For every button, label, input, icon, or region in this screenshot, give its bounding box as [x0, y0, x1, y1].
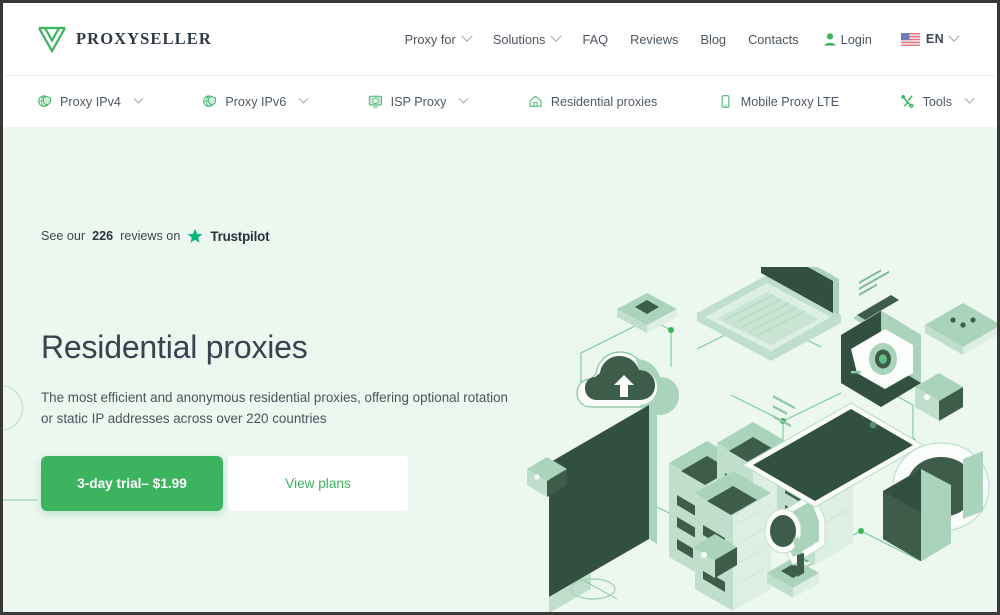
chevron-down-icon	[133, 93, 144, 104]
subnav-item-proxy-ipv4[interactable]: Proxy IPv4	[37, 93, 144, 109]
subnav-item-proxy-ipv6[interactable]: Proxy IPv6	[202, 93, 309, 109]
mobile-phone-icon	[718, 94, 733, 109]
chevron-down-icon	[298, 93, 309, 104]
logo-text: PROXYSELLER	[76, 29, 212, 48]
trustpilot-star-icon	[187, 228, 203, 244]
globe-shield-icon	[37, 94, 52, 109]
subnav-item-mobile-proxy-lte[interactable]: Mobile Proxy LTE	[718, 94, 839, 109]
subnav-item-residential-proxies[interactable]: Residential proxies	[528, 94, 657, 109]
user-icon	[824, 32, 836, 46]
subnav-label: Proxy IPv4	[60, 94, 121, 109]
subnav-item-tools[interactable]: Tools	[900, 93, 975, 109]
language-code: EN	[925, 32, 944, 46]
trustpilot-brand: Trustpilot	[210, 228, 270, 244]
nav-item-faq[interactable]: FAQ	[571, 26, 619, 53]
subnav-label: Proxy IPv6	[225, 94, 287, 109]
us-flag-icon	[900, 32, 920, 46]
secondary-navigation-bar: Proxy IPv4 Proxy IPv6 ISP Proxy Resident…	[3, 75, 997, 127]
nav-label: Solutions	[492, 31, 546, 47]
proxyseller-w-mark-icon	[37, 25, 67, 53]
crossed-tools-icon	[900, 94, 915, 109]
decorative-line	[3, 499, 37, 501]
subnav-label: ISP Proxy	[390, 94, 447, 109]
isometric-network-devices-illustration: .ln { fill:none; stroke:#7cc79b; stroke-…	[521, 239, 997, 612]
hero-description: The most efficient and anonymous residen…	[41, 390, 508, 426]
top-navigation-bar: PROXYSELLER Proxy for Solutions FAQ Revi…	[3, 3, 997, 75]
nav-label: FAQ	[582, 31, 609, 47]
nav-label: Proxy for	[404, 31, 456, 47]
subnav-label: Mobile Proxy LTE	[740, 94, 840, 109]
chevron-down-icon	[550, 30, 563, 42]
view-plans-button[interactable]: View plans	[228, 456, 408, 511]
nav-label: Contacts	[748, 31, 799, 47]
monitor-shield-icon	[368, 94, 383, 109]
chevron-down-icon	[948, 30, 960, 42]
hero-cta-group: 3-day trial– $1.99 View plans	[41, 456, 408, 511]
chevron-down-icon	[461, 30, 473, 42]
login-button[interactable]: Login	[810, 26, 883, 53]
hero-section: See our 226 reviews on Trustpilot Reside…	[3, 127, 997, 612]
site-logo[interactable]: PROXYSELLER	[37, 25, 212, 53]
language-selector[interactable]: EN	[883, 26, 969, 52]
trustpilot-suffix: reviews on	[120, 229, 181, 243]
nav-label: Reviews	[630, 31, 679, 47]
nav-item-contacts[interactable]: Contacts	[737, 26, 810, 53]
chevron-down-icon	[964, 93, 975, 104]
login-label: Login	[840, 31, 872, 47]
trustpilot-review-count: 226	[92, 229, 114, 243]
trustpilot-rating[interactable]: See our 226 reviews on Trustpilot	[41, 228, 270, 244]
page-title: Residential proxies	[41, 329, 308, 365]
decorative-circle	[3, 385, 23, 431]
subnav-label: Residential proxies	[550, 94, 658, 109]
trial-button[interactable]: 3-day trial– $1.99	[41, 456, 223, 511]
browser-viewport: PROXYSELLER Proxy for Solutions FAQ Revi…	[0, 0, 1000, 615]
trustpilot-prefix: See our	[41, 229, 86, 243]
nav-item-blog[interactable]: Blog	[689, 26, 737, 53]
nav-item-proxy-for[interactable]: Proxy for	[394, 26, 482, 53]
nav-item-reviews[interactable]: Reviews	[619, 26, 689, 53]
chevron-down-icon	[458, 93, 469, 104]
top-nav-items: Proxy for Solutions FAQ Reviews Blog Con…	[394, 26, 969, 53]
home-icon	[528, 94, 543, 109]
nav-label: Blog	[700, 31, 727, 47]
nav-item-solutions[interactable]: Solutions	[482, 26, 572, 53]
globe-shield-icon	[202, 94, 217, 109]
subnav-item-isp-proxy[interactable]: ISP Proxy	[368, 93, 469, 109]
subnav-label: Tools	[922, 94, 952, 109]
